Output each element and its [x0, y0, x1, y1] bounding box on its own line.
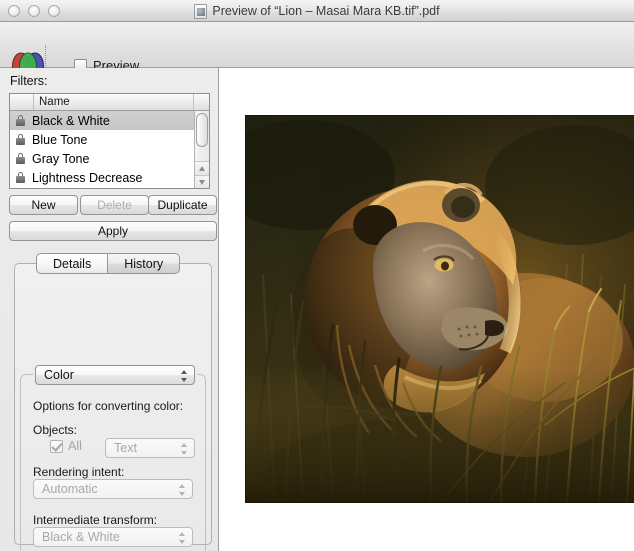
filter-type-popup-wrap: Color: [33, 365, 197, 385]
options-heading: Options for converting color:: [33, 399, 183, 413]
objects-popup: Text: [105, 438, 195, 458]
minimize-button[interactable]: [28, 5, 40, 17]
objects-label: Objects:: [33, 423, 77, 437]
new-button[interactable]: New: [9, 195, 78, 215]
filter-type-popup[interactable]: Color: [35, 365, 195, 385]
close-button[interactable]: [8, 5, 20, 17]
apply-button[interactable]: Apply: [9, 221, 217, 241]
table-row[interactable]: Blue Tone: [10, 130, 209, 149]
window-title-group: Preview of “Lion – Masai Mara KB.tif”.pd…: [0, 0, 634, 22]
window-title: Preview of “Lion – Masai Mara KB.tif”.pd…: [212, 4, 439, 18]
scroll-up-arrow-icon[interactable]: [195, 161, 210, 175]
objects-popup-value: Text: [114, 441, 137, 455]
column-header-lock[interactable]: [10, 94, 34, 110]
lock-icon: [16, 115, 25, 126]
lock-icon: [16, 172, 25, 183]
filter-name: Gray Tone: [32, 152, 89, 166]
intermediate-transform-popup: Black & White: [33, 527, 193, 547]
filter-type-value: Color: [44, 368, 74, 382]
scrollbar-thumb[interactable]: [196, 113, 208, 147]
filters-list-header: Name: [10, 94, 209, 111]
chevron-updown-icon: [180, 442, 189, 456]
colorsync-utility-window: Preview of “Lion – Masai Mara KB.tif”.pd…: [0, 0, 634, 551]
all-checkbox-box: [50, 440, 63, 453]
filters-list-scrollbar[interactable]: [194, 111, 209, 189]
chevron-updown-icon: [178, 531, 187, 545]
rendering-intent-value: Automatic: [42, 482, 98, 496]
rendering-intent-label: Rendering intent:: [33, 465, 124, 479]
lock-icon: [16, 153, 25, 164]
chevron-updown-icon: [180, 369, 189, 383]
tab-details[interactable]: Details: [36, 253, 108, 274]
window-titlebar: Preview of “Lion – Masai Mara KB.tif”.pd…: [0, 0, 634, 22]
column-header-name[interactable]: Name: [34, 94, 194, 110]
tab-history[interactable]: History: [108, 253, 180, 274]
all-objects-checkbox: All: [50, 439, 82, 453]
lion-photograph-render: [245, 115, 634, 503]
intermediate-transform-label: Intermediate transform:: [33, 513, 157, 527]
filter-name: Black & White: [32, 114, 110, 128]
filters-list[interactable]: Name Black & White Blue Tone Gray Tone: [9, 93, 210, 189]
filters-sidebar: Filters: Name Black & White Blue Tone: [0, 68, 219, 551]
duplicate-button[interactable]: Duplicate: [148, 195, 217, 215]
rendering-intent-popup: Automatic: [33, 479, 193, 499]
filters-list-body: Black & White Blue Tone Gray Tone Lightn…: [10, 111, 209, 189]
column-header-pad: [194, 94, 209, 110]
all-checkbox-label: All: [68, 439, 82, 453]
delete-button: Delete: [80, 195, 149, 215]
table-row[interactable]: Lightness Decrease: [10, 168, 209, 187]
scroll-down-arrow-icon[interactable]: [195, 175, 210, 189]
zoom-button[interactable]: [48, 5, 60, 17]
chevron-updown-icon: [178, 483, 187, 497]
document-preview-pane[interactable]: [220, 68, 634, 551]
table-row[interactable]: Black & White: [10, 111, 209, 130]
lion-photograph: [245, 115, 634, 503]
table-row[interactable]: Gray Tone: [10, 149, 209, 168]
pdf-document-icon: [194, 4, 207, 19]
filters-heading: Filters:: [10, 74, 48, 88]
filter-name: Blue Tone: [32, 133, 87, 147]
toolbar: Preview: [0, 22, 634, 68]
lock-icon: [16, 134, 25, 145]
filter-name: Lightness Decrease: [32, 171, 142, 185]
details-history-tabs: Details History: [36, 253, 180, 274]
intermediate-transform-value: Black & White: [42, 530, 120, 544]
